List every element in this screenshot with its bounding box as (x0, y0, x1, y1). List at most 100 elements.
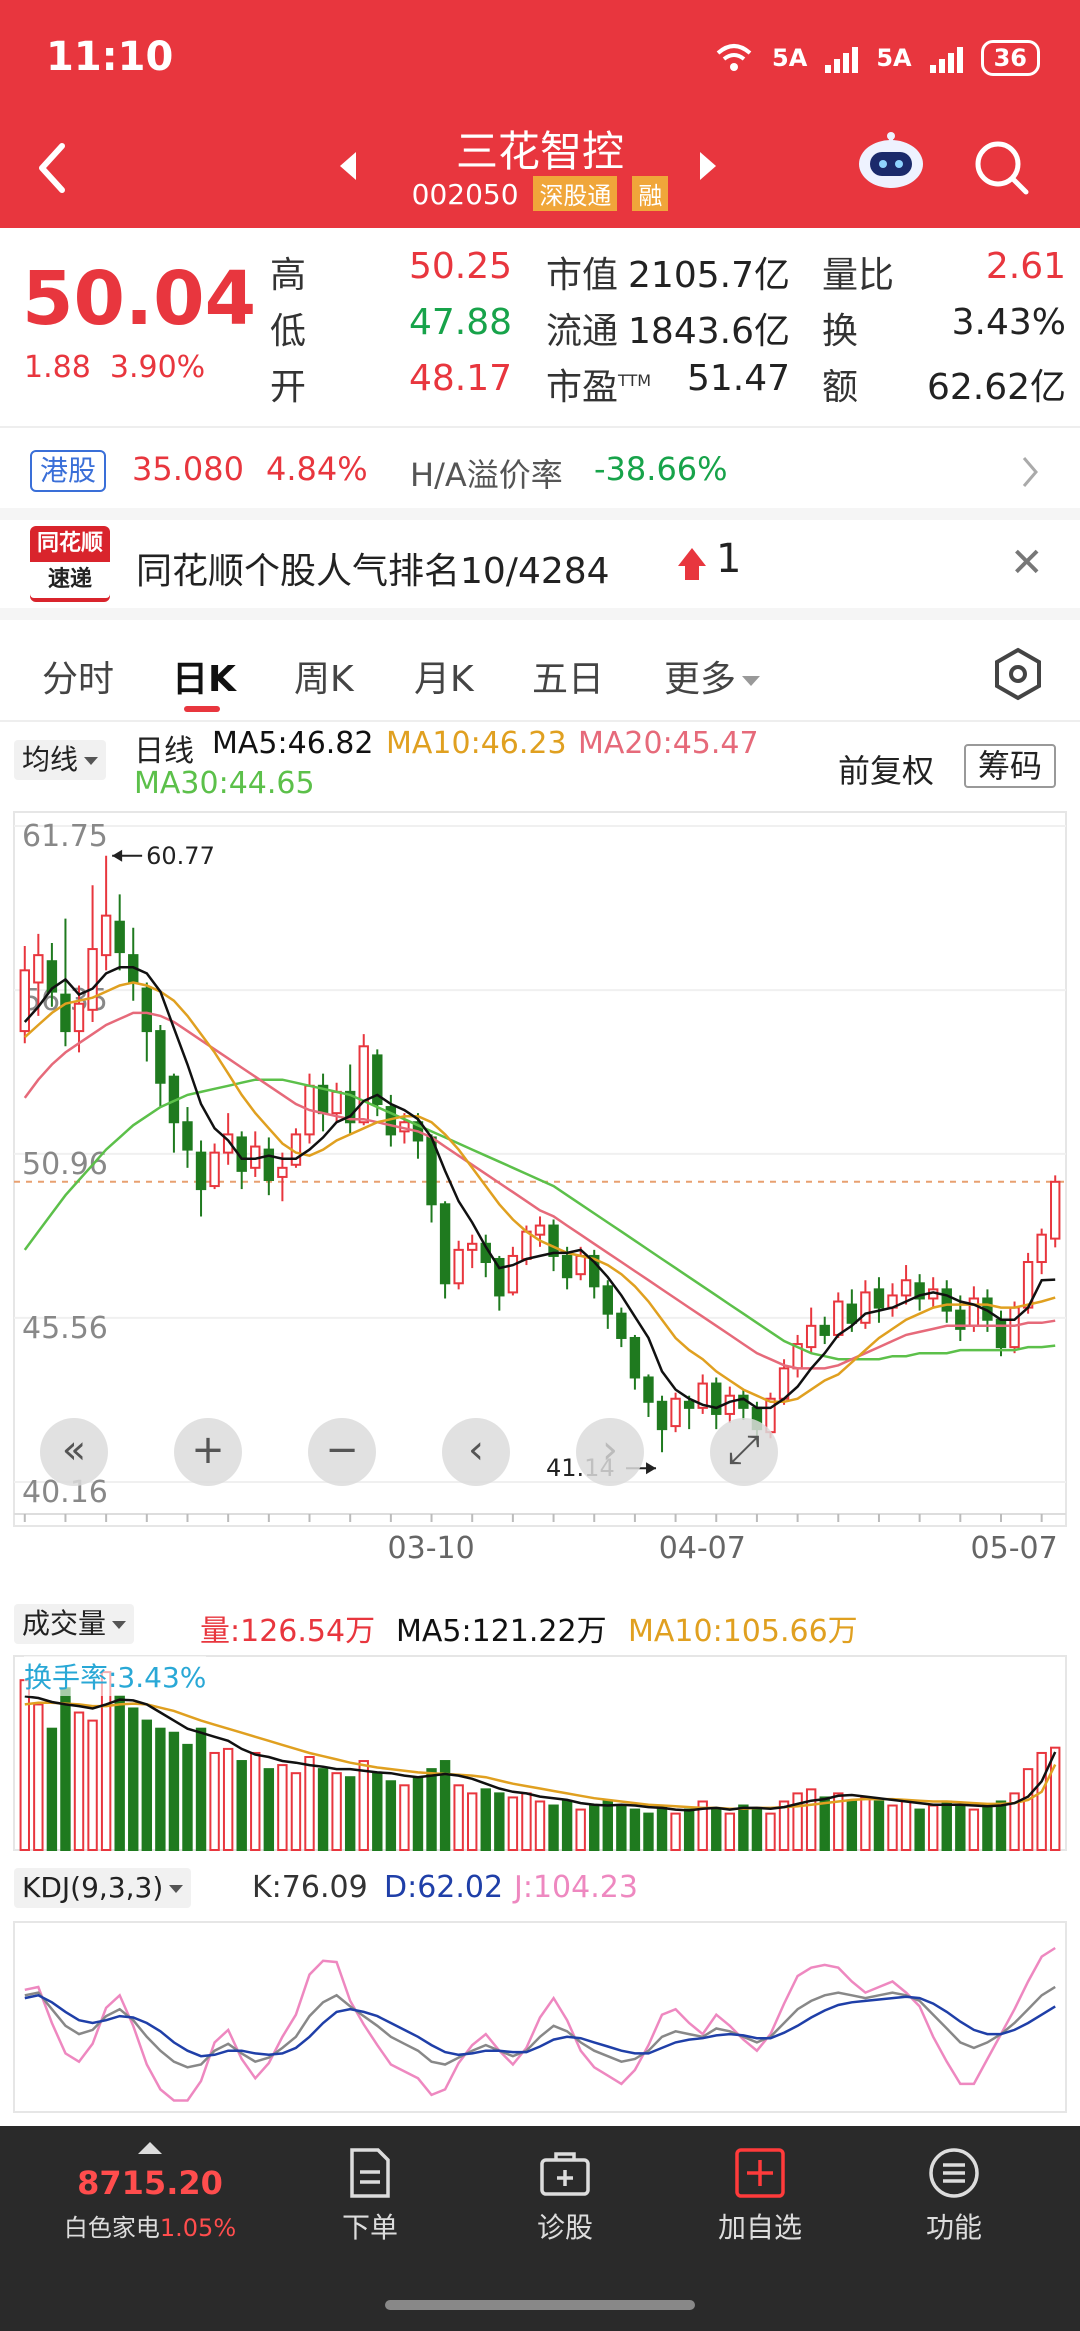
date-label: 05-07 (971, 1531, 1058, 1566)
settings-hexagon-icon[interactable] (990, 646, 1046, 702)
volume-dropdown[interactable]: 成交量 (14, 1604, 135, 1644)
ma-legend: 均线 日线 MA5:46.82 MA10:46.23 MA20:45.47 MA… (0, 724, 1080, 806)
candle-body (507, 1254, 519, 1294)
tab-daily-k[interactable]: 日K (172, 650, 236, 702)
low-label: 低 (270, 311, 307, 352)
index-ticker[interactable]: 8715.20 白色家电1.05% (40, 2142, 260, 2243)
order-button[interactable]: 下单 (300, 2146, 440, 2246)
tab-intraday[interactable]: 分时 (42, 650, 114, 702)
ma-dropdown[interactable]: 均线 (14, 740, 107, 780)
high-marker-label: 60.77 (146, 842, 215, 870)
volume-bar (751, 1808, 763, 1851)
tab-more[interactable]: 更多 (664, 650, 761, 702)
volume-ma5: MA5:121.22万 (396, 1614, 607, 1649)
candle-body (805, 1324, 817, 1349)
network-label-2: 5A (876, 44, 912, 72)
volratio-value: 2.61 (985, 246, 1066, 287)
volume-bar (73, 1711, 85, 1851)
volume-bar (982, 1804, 993, 1852)
volume-bar (765, 1812, 776, 1851)
top-bar: 11:10 5A 5A 36 三花智控 002050 深股通 融 (0, 0, 1080, 228)
candle-body (439, 1203, 451, 1285)
candle-body (209, 1151, 220, 1188)
candle-body (155, 1030, 166, 1084)
volume-bar (602, 1800, 613, 1851)
kdj-dropdown[interactable]: KDJ(9,3,3) (14, 1868, 192, 1908)
order-label: 下单 (341, 2211, 398, 2244)
high-marker-arrow (112, 849, 123, 862)
volume-bar (100, 1671, 112, 1851)
volume-bar (222, 1747, 234, 1851)
ma20-legend: MA20:45.47 (578, 726, 759, 761)
kdj-d-line (24, 1993, 1056, 2058)
index-name: 白色家电 (63, 2214, 160, 2242)
ma30-legend: MA30:44.65 (134, 766, 315, 801)
mktcap-value: 2105.7亿 (628, 255, 790, 296)
candle-body (941, 1288, 952, 1312)
zoom-out-button[interactable]: − (308, 1418, 376, 1486)
rank-change: 1 (716, 536, 742, 582)
volume-ma10: MA10:105.66万 (628, 1614, 858, 1649)
kdj-dropdown-label: KDJ(9,3,3) (22, 1871, 164, 1904)
high-value: 50.25 (408, 246, 512, 287)
ma5-legend: MA5:46.82 (212, 726, 374, 761)
popularity-banner[interactable]: 同花顺 速递 同花顺个股人气排名10/4284 1 ✕ (0, 520, 1080, 620)
change-value: 1.88 (24, 350, 91, 385)
kline-svg: 61.7556.3550.9645.5640.1660.7741.1403-10… (13, 811, 1067, 1566)
volume-bar (87, 1719, 98, 1852)
hk-row[interactable]: 港股 35.080 4.84% H/A溢价率 -38.66% (0, 428, 1080, 520)
volratio-label: 量比 (822, 255, 895, 296)
fullscreen-button[interactable]: ⤢ (710, 1418, 778, 1486)
next-stock-button[interactable] (700, 152, 716, 180)
home-indicator[interactable] (385, 2300, 695, 2310)
price-change: 1.88 3.90% (24, 350, 205, 385)
tab-weekly-k[interactable]: 周K (294, 650, 354, 702)
logo-bottom-text: 速递 (30, 562, 110, 598)
signal-icon (825, 43, 859, 73)
candle-body (1050, 1180, 1061, 1240)
functions-label: 功能 (925, 2211, 982, 2244)
volume-bar (46, 1727, 58, 1851)
candle-body (968, 1297, 980, 1327)
zoom-out-all-button[interactable]: « (40, 1418, 108, 1486)
high-label: 高 (270, 255, 307, 296)
assistant-robot-icon[interactable] (856, 130, 926, 190)
diagnose-button[interactable]: 诊股 (495, 2146, 635, 2246)
functions-button[interactable]: 功能 (884, 2146, 1024, 2246)
volume-bar (914, 1808, 925, 1851)
add-watchlist-button[interactable]: 加自选 (690, 2146, 830, 2246)
tab-monthly-k[interactable]: 月K (414, 650, 474, 702)
change-percent: 3.90% (109, 350, 206, 385)
add-watchlist-icon (735, 2148, 785, 2198)
expand-up-icon (138, 2142, 162, 2154)
candle-body (860, 1291, 871, 1324)
add-watchlist-label: 加自选 (717, 2211, 802, 2244)
candle-body (182, 1121, 193, 1151)
candle-body (819, 1324, 830, 1336)
volume-bar (521, 1792, 532, 1852)
candle-body (561, 1254, 573, 1279)
chevron-down-icon (742, 676, 761, 686)
chips-button[interactable]: 筹码 (964, 744, 1057, 788)
tab-five-day[interactable]: 五日 (532, 650, 604, 702)
volume-bar (331, 1772, 342, 1851)
candle-body (575, 1254, 586, 1276)
kdj-chart[interactable] (0, 1920, 1080, 2116)
zoom-in-button[interactable]: + (174, 1418, 242, 1486)
adjust-toggle[interactable]: 前复权 (838, 746, 934, 792)
kdj-j-value: J:104.23 (514, 1870, 638, 1905)
scroll-right-button[interactable]: › (576, 1418, 644, 1486)
kdj-legend: KDJ(9,3,3) K:76.09 D:62.02 J:104.23 (0, 1860, 1080, 1920)
menu-circle-icon (929, 2148, 979, 2198)
kline-ytick: 45.56 (22, 1311, 108, 1346)
candle-body (846, 1303, 858, 1324)
kline-chart[interactable]: 61.7556.3550.9645.5640.1660.7741.1403-10… (0, 806, 1080, 1566)
search-icon[interactable] (970, 136, 1032, 198)
candle-body (602, 1285, 613, 1315)
volume-chart[interactable]: 换手率:3.43% (0, 1654, 1080, 1854)
volume-bar (683, 1808, 695, 1851)
scroll-left-button[interactable]: ‹ (442, 1418, 510, 1486)
volume-bar (534, 1800, 546, 1851)
close-icon[interactable]: ✕ (1010, 540, 1044, 586)
kdj-j-line (24, 1946, 1056, 2102)
